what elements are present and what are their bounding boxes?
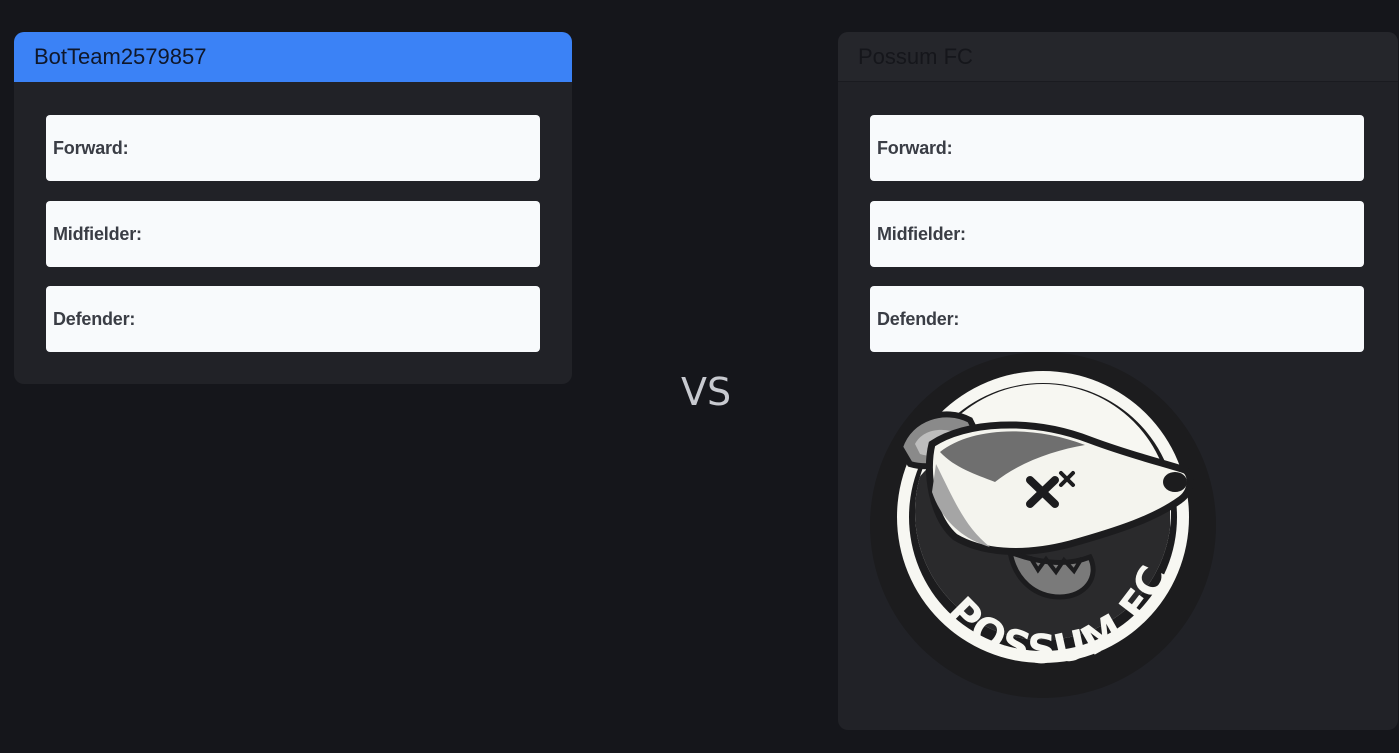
- left-defender-slot[interactable]: Defender:: [46, 286, 540, 352]
- right-team-name: Possum FC: [838, 32, 1398, 82]
- versus-label: VS: [681, 370, 732, 414]
- slot-label-midfielder: Midfielder:: [53, 223, 142, 244]
- right-defender-slot[interactable]: Defender:: [870, 286, 1364, 352]
- left-team-card: BotTeam2579857 Forward: Midfielder: Defe…: [14, 32, 572, 384]
- possum-fc-logo-icon: POSSUM FC: [870, 352, 1216, 698]
- left-forward-slot[interactable]: Forward:: [46, 115, 540, 181]
- slot-label-midfielder: Midfielder:: [877, 223, 966, 244]
- slot-label-defender: Defender:: [53, 308, 136, 329]
- right-midfielder-slot[interactable]: Midfielder:: [870, 201, 1364, 267]
- right-team-card: Possum FC Forward: Midfielder: Defender:: [838, 32, 1398, 730]
- left-team-name: BotTeam2579857: [14, 32, 572, 82]
- slot-label-defender: Defender:: [877, 308, 960, 329]
- right-forward-slot[interactable]: Forward:: [870, 115, 1364, 181]
- left-midfielder-slot[interactable]: Midfielder:: [46, 201, 540, 267]
- slot-label-forward: Forward:: [877, 137, 953, 158]
- slot-label-forward: Forward:: [53, 137, 129, 158]
